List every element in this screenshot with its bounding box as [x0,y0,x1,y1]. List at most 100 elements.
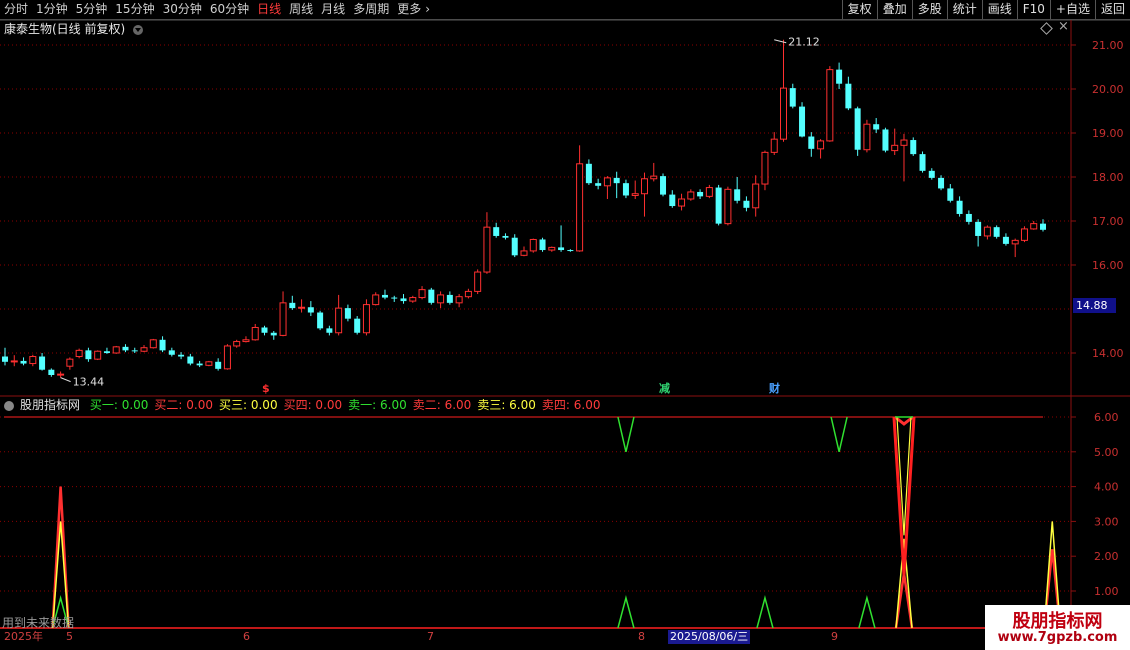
candle-body [529,238,537,252]
candle-body [576,163,584,252]
candle-body [687,191,695,200]
candle-body [372,294,380,306]
event-marker-1: 减 [659,381,670,395]
candle-body [149,339,157,349]
toolbar-button-6[interactable]: +自选 [1049,0,1095,19]
candle-body [928,170,935,178]
date-label-2: 6 [243,630,250,643]
candle-body [94,350,102,360]
candle-body [196,363,203,366]
indicator-values: 买一: 0.00 买二: 0.00 买三: 0.00 买四: 0.00 卖一: 6.00… [90,398,607,412]
candle-body [205,361,213,366]
period-tab-8[interactable]: 月线 [317,0,349,19]
indicator-spike [617,595,635,629]
candle-body [910,140,917,155]
candle-body [724,188,732,225]
period-tab-3[interactable]: 15分钟 [111,0,158,19]
period-tab-7[interactable]: 周线 [285,0,317,19]
candle-body [307,307,314,313]
candle-body [223,345,231,370]
indicator-spike [51,521,70,629]
candle-body [938,177,945,189]
period-tab-10[interactable]: 更多 [393,0,425,19]
candle-body [270,332,277,336]
period-tab-1[interactable]: 1分钟 [32,0,72,19]
period-tab-6[interactable]: 日线 [253,0,285,19]
y-tick-label: 19.00 [1092,127,1124,140]
high-pointer [774,39,787,44]
price-chart[interactable]: 21.00 20.00 19.00 18.00 17.00 16.00 14.00 6.00 5… [0,0,1130,650]
stock-title-label: 康泰生物(日线 前复权) [4,22,126,36]
indicator-value-3: 买四: 0.00 [283,398,343,412]
candle-body [446,294,453,303]
low-pointer [60,377,71,383]
period-tab-0[interactable]: 分时 [0,0,32,19]
y-tick-label: 18.00 [1092,171,1124,184]
toolbar-button-0[interactable]: 复权 [841,0,877,19]
indicator-spike [756,595,774,629]
candle-body [603,177,611,187]
period-tab-4[interactable]: 30分钟 [159,0,206,19]
diamond-icon[interactable] [1040,22,1053,35]
candle-body [548,246,556,251]
candle-body [400,298,407,302]
indicator-spike [617,416,635,452]
event-marker-0: $ [262,382,270,395]
candle-body [140,347,148,352]
site-watermark: 股朋指标网 www.7gpzb.com [985,605,1130,650]
indicator-spike [830,416,848,452]
candle-body [75,349,83,358]
toolbar-button-7[interactable]: 返回 [1094,0,1130,19]
candle-body [391,297,398,299]
candle-body [233,341,241,347]
close-icon[interactable]: × [1058,19,1069,34]
more-arrow-icon[interactable]: › [425,0,434,19]
candle-body [474,271,482,292]
indicator-value-0: 买一: 0.00 [89,398,149,412]
indicator-spike [858,595,876,629]
candle-body [326,328,333,333]
candle-body [66,358,74,367]
toolbar-button-1[interactable]: 叠加 [876,0,912,19]
sell-spike-main [892,416,916,576]
candle-body [261,327,268,333]
indicator-spike [894,573,914,629]
candle-body [873,124,880,130]
y-tick-label: 21.00 [1092,39,1124,52]
candle-body [520,250,528,256]
period-tab-2[interactable]: 5分钟 [72,0,112,19]
candle-body [882,129,889,151]
toolbar-button-4[interactable]: 画线 [981,0,1017,19]
candle-body [409,297,417,302]
candle-body [836,69,843,84]
candle-body [437,294,445,304]
candle-body [39,356,46,370]
candle-body [965,213,972,222]
indicator-value-7: 卖四: 6.00 [541,398,601,412]
chart-title[interactable]: 康泰生物(日线 前复权) [4,21,144,37]
indicator-spike [51,486,70,629]
candle-body [279,302,287,336]
candle-body [789,88,796,107]
toolbar-button-2[interactable]: 多股 [911,0,947,19]
toolbar-button-3[interactable]: 统计 [946,0,982,19]
indicator-title[interactable]: 股朋指标网 买一: 0.00 买二: 0.00 买三: 0.00 买四: 0.00 卖一… [4,398,612,413]
indicator-spike [895,538,913,629]
candle-body [622,183,629,196]
candle-body [613,177,620,184]
candle-body [112,346,120,354]
period-tab-5[interactable]: 60分钟 [206,0,253,19]
candle-body [48,369,55,375]
candle-body [993,227,1000,237]
ind-y-tick-label: 3.00 [1094,515,1119,528]
toolbar-button-5[interactable]: F10 [1016,0,1050,19]
y-tick-label: 20.00 [1092,83,1124,96]
period-tab-9[interactable]: 多周期 [349,0,393,19]
candle-body [567,250,574,252]
dropdown-icon[interactable] [133,24,144,35]
candle-body [131,350,138,352]
indicator-settings-icon[interactable] [4,400,14,411]
ind-y-tick-label: 4.00 [1094,481,1119,494]
candle-body [168,350,175,355]
indicator-value-4: 卖一: 6.00 [348,398,407,412]
